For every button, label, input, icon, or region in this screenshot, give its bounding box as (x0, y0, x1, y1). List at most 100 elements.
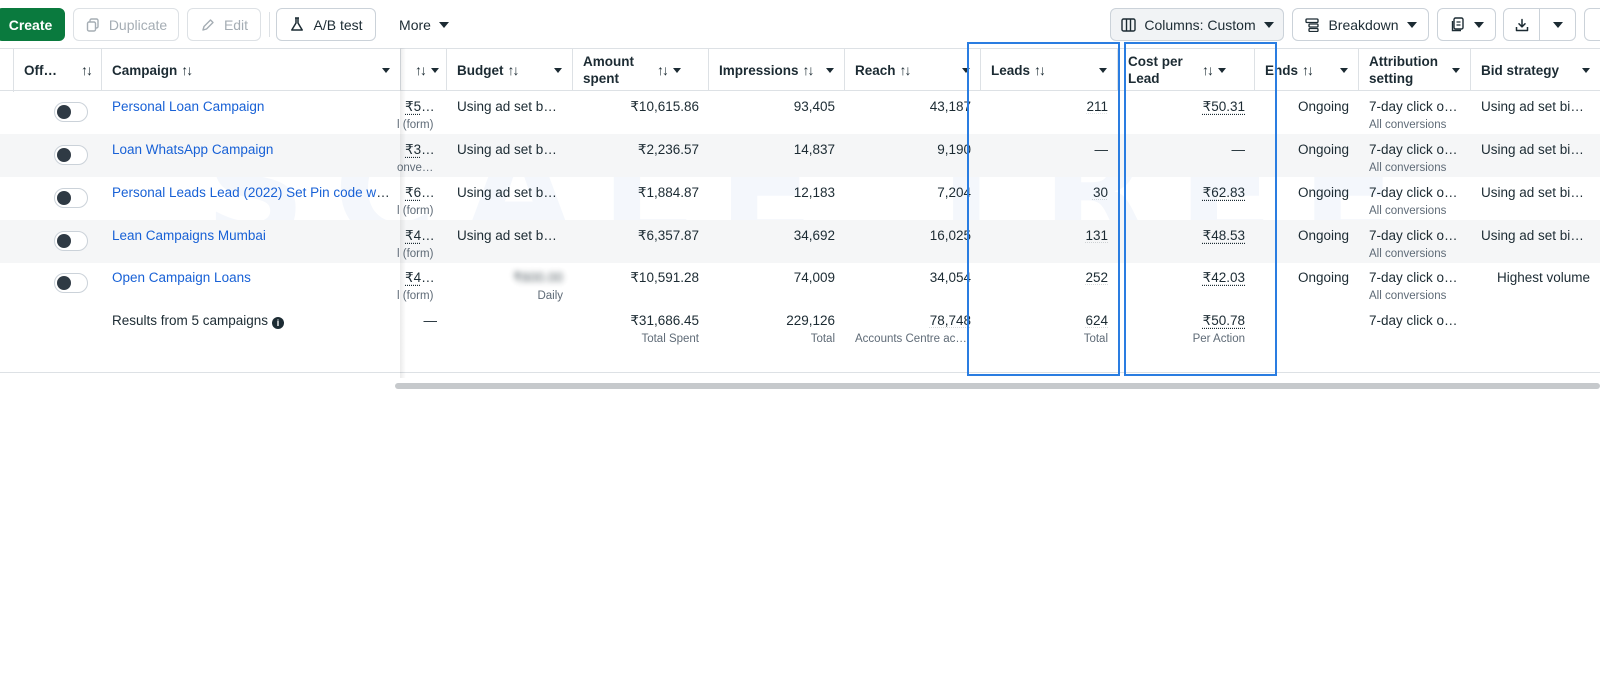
leads-value[interactable]: 30 (1093, 185, 1108, 200)
results-value[interactable]: ₹62.83 (405, 185, 437, 200)
sort-icon[interactable]: ↑↓ (1034, 62, 1046, 78)
column-header-reach[interactable]: Reach ↑↓ (845, 49, 981, 91)
leads-cell: 211 (981, 91, 1118, 134)
create-button[interactable]: Create (0, 8, 65, 41)
reach-cell: 7,204 (845, 177, 981, 220)
sort-icon[interactable]: ↑↓ (508, 62, 520, 78)
campaign-name-link[interactable]: Personal Leads Lead (2022) Set Pin code … (112, 185, 391, 200)
amount-spent-value: ₹10,615.86 (630, 99, 699, 114)
bid-strategy-value: Using ad set bid… (1481, 142, 1590, 157)
chevron-down-icon[interactable] (962, 67, 970, 73)
amount-spent-value: ₹6,357.87 (637, 228, 699, 243)
amount-spent-value: ₹10,591.28 (630, 270, 699, 285)
ab-test-button[interactable]: A/B test (276, 8, 376, 41)
column-label: Reach (855, 62, 896, 78)
amount-spent-value: ₹1,884.87 (637, 185, 699, 200)
edit-button[interactable]: Edit (187, 8, 261, 41)
campaign-toggle[interactable] (54, 188, 88, 208)
chevron-down-icon[interactable] (1099, 67, 1107, 73)
results-value[interactable]: ₹37.91 (405, 142, 437, 157)
column-header-amount-spent[interactable]: Amount spent ↑↓ (573, 49, 709, 91)
column-header-leads[interactable]: Leads ↑↓ (981, 49, 1118, 91)
cost-per-lead-value[interactable]: ₹62.83 (1203, 185, 1245, 200)
leads-value[interactable]: — (1095, 142, 1109, 157)
campaign-name-link[interactable]: Lean Campaigns Mumbai (112, 228, 266, 243)
sort-icon[interactable]: ↑↓ (1202, 62, 1214, 78)
campaign-name-cell: Personal Leads Lead (2022) Set Pin code … (102, 177, 401, 220)
column-header-attribution[interactable]: Attribution setting (1359, 49, 1471, 91)
select-column-stub (0, 49, 14, 92)
leads-value[interactable]: 252 (1085, 270, 1108, 285)
chevron-down-icon[interactable] (431, 67, 439, 73)
chevron-down-icon[interactable] (554, 67, 562, 73)
more-button[interactable]: More (388, 8, 460, 41)
chevron-down-icon[interactable] (1582, 67, 1590, 73)
pencil-icon (200, 17, 216, 33)
bid-strategy-cell: Using ad set bid… (1471, 177, 1600, 220)
info-icon[interactable]: i (272, 317, 285, 329)
totals-label: Results from 5 campaigns (112, 313, 269, 328)
cost-per-lead-value[interactable]: — (1232, 142, 1246, 157)
campaign-name-link[interactable]: Open Campaign Loans (112, 270, 251, 285)
totals-reach[interactable]: 78,748 (930, 313, 971, 328)
cost-per-lead-cell: — (1118, 134, 1255, 177)
totals-leads[interactable]: 624 (1085, 313, 1108, 328)
column-header-budget[interactable]: Budget ↑↓ (447, 49, 573, 91)
chevron-down-icon[interactable] (382, 67, 390, 73)
column-header-off[interactable]: Off… ↑↓ (14, 49, 102, 91)
duplicate-button[interactable]: Duplicate (73, 8, 179, 41)
campaign-name-link[interactable]: Loan WhatsApp Campaign (112, 142, 273, 157)
reports-button[interactable] (1437, 8, 1496, 41)
campaign-toggle[interactable] (54, 102, 88, 122)
ends-cell: Ongoing (1255, 91, 1359, 134)
export-button[interactable] (1503, 8, 1540, 41)
totals-cpl[interactable]: ₹50.78 (1203, 313, 1245, 328)
sort-icon[interactable]: ↑↓ (900, 62, 912, 78)
sort-icon[interactable]: ↑↓ (181, 62, 193, 78)
leads-value[interactable]: 211 (1086, 99, 1108, 114)
results-value[interactable]: ₹42.03 (405, 270, 437, 285)
chevron-down-icon[interactable] (826, 67, 834, 73)
columns-button[interactable]: Columns: Custom (1110, 8, 1284, 41)
bid-strategy-value: Highest volume (1496, 270, 1590, 285)
results-value[interactable]: ₹50.31 (405, 99, 437, 114)
cost-per-lead-value[interactable]: ₹42.03 (1203, 270, 1245, 285)
totals-attribution: 7-day click or … (1369, 313, 1461, 328)
totals-amount-spent: ₹31,686.45 (630, 313, 699, 328)
bid-strategy-value: Using ad set bid… (1481, 99, 1590, 114)
horizontal-scrollbar[interactable] (395, 383, 1600, 389)
amount-spent-cell: ₹1,884.87 (573, 177, 709, 220)
chevron-down-icon[interactable] (1452, 67, 1460, 73)
export-menu-button[interactable] (1539, 8, 1576, 41)
campaign-toggle[interactable] (54, 231, 88, 251)
budget-cell: Using ad set bu… (447, 177, 573, 220)
sort-icon[interactable]: ↑↓ (657, 62, 669, 78)
ends-value: Ongoing (1297, 228, 1349, 243)
column-header-ends[interactable]: Ends ↑↓ (1255, 49, 1359, 91)
leads-value[interactable]: 131 (1085, 228, 1108, 243)
column-header-cost-per-lead[interactable]: Cost per Lead ↑↓ (1118, 49, 1255, 91)
sort-icon[interactable]: ↑↓ (1302, 62, 1314, 78)
sort-icon[interactable]: ↑↓ (803, 62, 815, 78)
duplicate-icon (85, 17, 101, 33)
cost-per-lead-value[interactable]: ₹50.31 (1203, 99, 1245, 114)
cost-per-lead-value[interactable]: ₹48.53 (1203, 228, 1245, 243)
table-header: Off… ↑↓ Campaign ↑↓ ↑↓ Budget ↑↓ Amount … (0, 48, 1600, 92)
chevron-down-icon[interactable] (1340, 67, 1348, 73)
results-value[interactable]: ₹48.91 (405, 228, 437, 243)
sort-icon[interactable]: ↑↓ (81, 62, 93, 78)
campaign-name-link[interactable]: Personal Loan Campaign (112, 99, 264, 114)
campaign-toggle[interactable] (54, 145, 88, 165)
breakdown-button[interactable]: Breakdown (1292, 8, 1429, 41)
column-header-bid-strategy[interactable]: Bid strategy (1471, 49, 1600, 91)
column-header-results[interactable]: ↑↓ (401, 49, 447, 91)
campaign-toggle[interactable] (54, 273, 88, 293)
chevron-down-icon[interactable] (673, 67, 681, 73)
reach-value: 43,187 (929, 99, 971, 114)
chevron-down-icon[interactable] (1218, 67, 1226, 73)
column-header-campaign[interactable]: Campaign ↑↓ (102, 49, 401, 91)
totals-row: Results from 5 campaigns i — ₹31,686.45 T… (0, 303, 1600, 373)
overflow-button[interactable] (1584, 8, 1600, 41)
column-header-impressions[interactable]: Impressions ↑↓ (709, 49, 845, 91)
sort-icon[interactable]: ↑↓ (415, 62, 427, 78)
